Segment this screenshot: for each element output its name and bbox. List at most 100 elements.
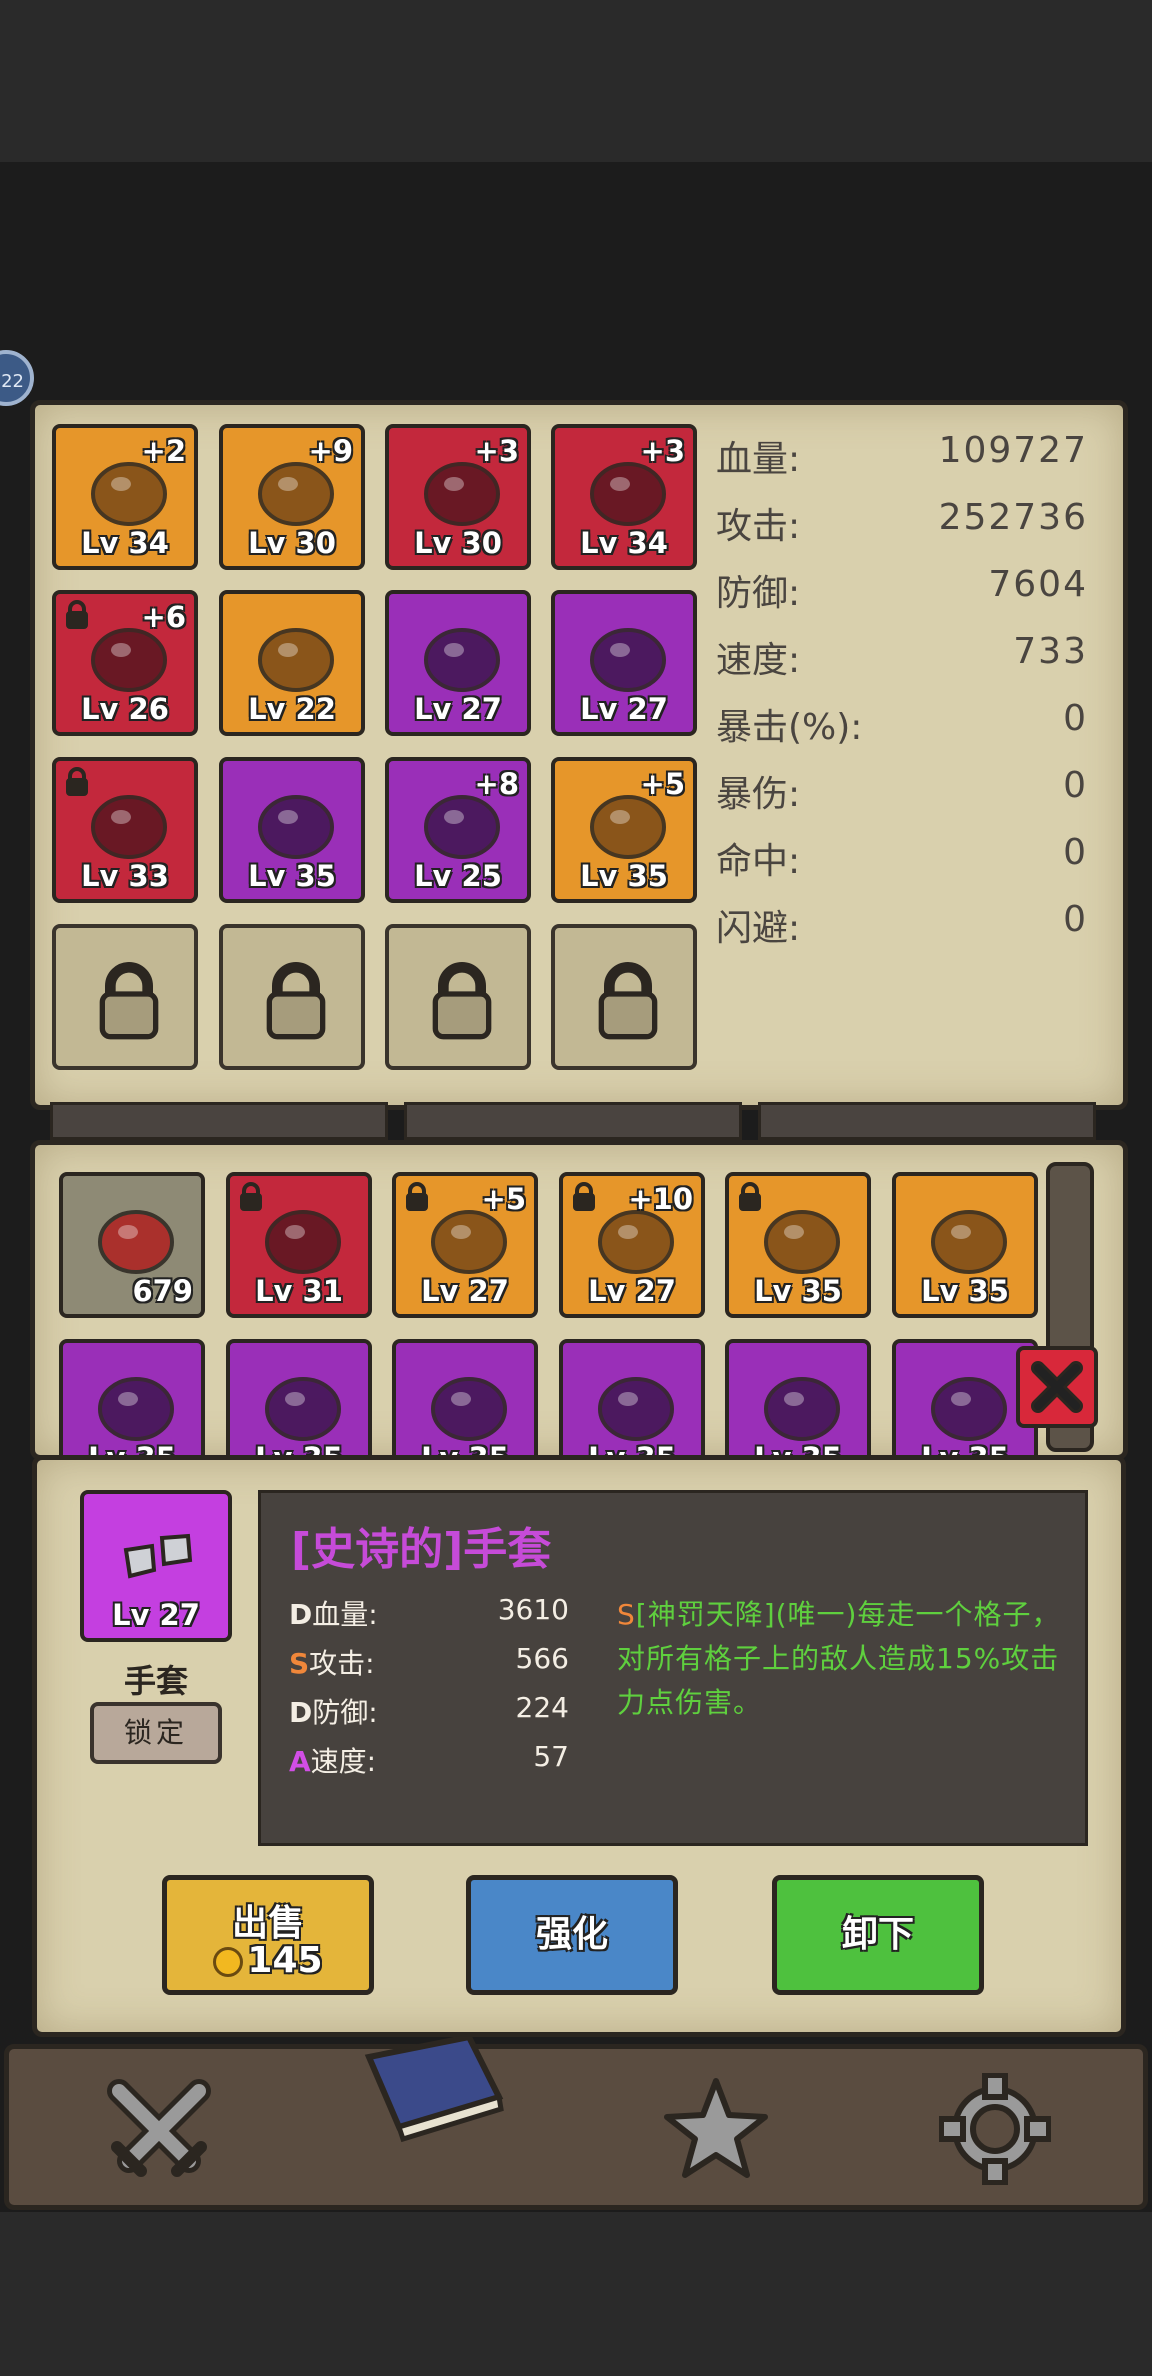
bag-slot[interactable]: Lv 35 (559, 1339, 705, 1455)
locked-slot[interactable] (551, 924, 697, 1070)
attribute-row: S攻击: 566 (289, 1642, 569, 1686)
item-level: Lv 33 (81, 859, 169, 893)
enhance-level: +3 (640, 434, 685, 468)
stat-crit-rate: 暴击(%): 0 (716, 698, 1088, 748)
tab-3[interactable] (758, 1102, 1096, 1140)
equip-slot[interactable]: +3 Lv 30 (385, 424, 531, 570)
selected-item-level: Lv 27 (112, 1598, 200, 1632)
equip-slot[interactable]: Lv 35 (219, 757, 365, 903)
skill-text: [神罚天降](唯一)每走一个格子，对所有格子上的敌人造成15%攻击力点伤害。 (617, 1598, 1061, 1719)
red-potion-icon (98, 1210, 174, 1274)
item-level: Lv 27 (580, 692, 668, 726)
attribute-value: 57 (533, 1740, 569, 1773)
stat-crit-damage: 暴伤: 0 (716, 765, 1088, 815)
crossed-swords-icon[interactable] (99, 2071, 219, 2191)
black-hood-icon (258, 628, 334, 692)
gold-ring-icon (91, 795, 167, 859)
item-level: Lv 35 (580, 859, 668, 893)
item-title: [史诗的]手套 (291, 1524, 552, 1575)
selected-item-type: 手套 (123, 1662, 188, 1700)
tab-2[interactable] (404, 1102, 742, 1140)
coin-icon (213, 1947, 244, 1977)
lock-icon (261, 962, 331, 1042)
equip-slot[interactable]: Lv 33 (52, 757, 198, 903)
equip-slot[interactable]: Lv 27 (385, 590, 531, 736)
tab-1[interactable] (50, 1102, 388, 1140)
player-level-badge[interactable]: 22 (0, 350, 34, 406)
lock-icon (64, 600, 90, 630)
enhance-level: +3 (474, 434, 519, 468)
equip-slot[interactable]: Lv 22 (219, 590, 365, 736)
sell-price: 145 (167, 1940, 369, 1981)
lock-icon (94, 962, 164, 1042)
equip-slot[interactable]: +3 Lv 34 (551, 424, 697, 570)
bottom-letterbox (0, 2212, 1152, 2376)
enhance-level: +9 (308, 434, 353, 468)
lock-icon (571, 1182, 597, 1212)
sell-button[interactable]: 出售 145 (162, 1875, 374, 1995)
masquerade-mask-icon (598, 1377, 674, 1441)
equip-slot[interactable]: +9 Lv 30 (219, 424, 365, 570)
lock-icon (427, 962, 497, 1042)
locked-slot[interactable] (219, 924, 365, 1070)
enhance-level: +2 (141, 434, 186, 468)
attribute-label: 攻击: (309, 1647, 375, 1680)
attribute-label: 速度: (310, 1745, 377, 1778)
lock-icon (737, 1182, 763, 1212)
attribute-grade: D (289, 1598, 313, 1631)
stat-defense: 防御: 7604 (716, 564, 1088, 614)
lock-button[interactable]: 锁定 (90, 1702, 222, 1764)
leg-armor-icon (98, 1377, 174, 1441)
gloves-icon (123, 1533, 193, 1579)
attribute-value: 3610 (497, 1593, 569, 1626)
lock-icon (64, 767, 90, 797)
item-level: Lv 25 (414, 859, 502, 893)
knight-helmet-icon (764, 1210, 840, 1274)
attribute-label: 血量: (312, 1598, 378, 1631)
item-count: 679 (132, 1274, 193, 1308)
bag-slot[interactable]: 679 (59, 1172, 205, 1318)
unequip-button[interactable]: 卸下 (772, 1875, 984, 1995)
bag-slot[interactable]: Lv 35 (59, 1339, 205, 1455)
item-level: Lv 35 (754, 1274, 842, 1308)
attribute-row: A速度: 57 (289, 1740, 569, 1784)
attribute-grade: A (289, 1745, 311, 1778)
locked-slot[interactable] (385, 924, 531, 1070)
locked-slot[interactable] (52, 924, 198, 1070)
item-level: Lv 30 (414, 526, 502, 560)
equip-slot[interactable]: Lv 27 (551, 590, 697, 736)
bag-slot[interactable]: Lv 35 (226, 1339, 372, 1455)
boots-icon (424, 628, 500, 692)
enhance-level: +5 (481, 1182, 526, 1216)
attribute-value: 224 (515, 1691, 569, 1724)
equip-slot[interactable]: +5 Lv 35 (551, 757, 697, 903)
bag-slot[interactable]: Lv 35 (725, 1339, 871, 1455)
cape-icon (258, 795, 334, 859)
upgrade-button[interactable]: 强化 (466, 1875, 678, 1995)
bag-slot[interactable]: Lv 35 (892, 1172, 1038, 1318)
bag-slot[interactable]: Lv 35 (725, 1172, 871, 1318)
stat-attack: 攻击: 252736 (716, 497, 1088, 547)
star-icon[interactable] (661, 2075, 771, 2185)
bag-slot[interactable]: Lv 35 (392, 1339, 538, 1455)
item-level: Lv 35 (921, 1274, 1009, 1308)
lock-icon (593, 962, 663, 1042)
leather-vest-icon (764, 1377, 840, 1441)
item-level: Lv 22 (248, 692, 336, 726)
bag-slot[interactable]: Lv 31 (226, 1172, 372, 1318)
item-level: Lv 30 (248, 526, 336, 560)
equip-slot[interactable]: +6 Lv 26 (52, 590, 198, 736)
gloves-icon (590, 628, 666, 692)
equip-slot[interactable]: +2 Lv 34 (52, 424, 198, 570)
lock-icon (404, 1182, 430, 1212)
panel-tabs (50, 1102, 1100, 1140)
item-level: Lv 27 (421, 1274, 509, 1308)
close-button[interactable] (1016, 1346, 1098, 1428)
gear-icon[interactable] (939, 2073, 1051, 2185)
equip-slot[interactable]: +8 Lv 25 (385, 757, 531, 903)
bag-slot[interactable]: +5 Lv 27 (392, 1172, 538, 1318)
item-level: Lv 27 (588, 1274, 676, 1308)
item-level: Lv 31 (255, 1274, 343, 1308)
book-icon[interactable] (349, 2027, 519, 2147)
bag-slot[interactable]: +10 Lv 27 (559, 1172, 705, 1318)
